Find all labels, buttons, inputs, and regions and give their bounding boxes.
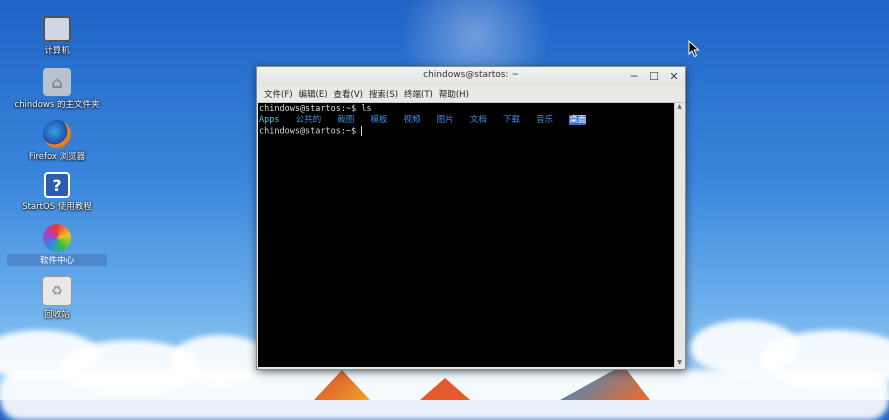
terminal-output[interactable]: chindows@startos:~$ ls Apps 公共的 截图 模板 视频… — [258, 103, 674, 367]
ls-entry: 音乐 — [536, 115, 554, 125]
terminal-prompt: chindows@startos:~$ — [259, 126, 362, 137]
ls-entry: 模板 — [370, 115, 388, 125]
text-cursor — [361, 126, 363, 136]
menu-terminal[interactable]: 终端(T) — [401, 87, 436, 102]
terminal-window[interactable]: chindows@startos: ~ ─ ☐ ✕ 文件(F) 编辑(E) 查看… — [256, 66, 686, 370]
ls-entry: 公共的 — [295, 115, 322, 125]
menu-search[interactable]: 搜索(S) — [366, 87, 401, 102]
desktop-icon-label: StartOS 使用教程 — [22, 202, 92, 212]
desktop-icon-home-folder[interactable]: ⌂ chindows 的主文件夹 — [7, 68, 107, 110]
desktop-icon-software-center[interactable]: 软件中心 — [7, 224, 107, 266]
software-center-icon — [43, 224, 71, 252]
home-folder-icon: ⌂ — [43, 68, 71, 96]
ls-entry: 图片 — [436, 115, 454, 125]
ls-entry: 桌面 — [569, 115, 587, 125]
mouse-pointer-icon — [688, 40, 700, 58]
menu-bar: 文件(F) 编辑(E) 查看(V) 搜索(S) 终端(T) 帮助(H) — [257, 87, 685, 103]
help-icon: ? — [44, 172, 70, 198]
desktop-icon-label: 软件中心 — [7, 254, 107, 266]
menu-edit[interactable]: 编辑(E) — [296, 87, 331, 102]
ls-entry: 文档 — [469, 115, 487, 125]
ls-entry: 视频 — [403, 115, 421, 125]
desktop-icon-label: 计算机 — [44, 46, 70, 56]
ls-entry: 截图 — [337, 115, 355, 125]
menu-help[interactable]: 帮助(H) — [436, 87, 472, 102]
scrollbar[interactable]: ▲ ▼ — [674, 103, 684, 367]
terminal-prompt-line: chindows@startos:~$ — [259, 126, 674, 138]
computer-icon — [43, 16, 71, 42]
terminal-line: chindows@startos:~$ ls — [259, 104, 372, 114]
menu-file[interactable]: 文件(F) — [261, 87, 296, 102]
maximize-icon[interactable]: ☐ — [647, 70, 661, 84]
menu-view[interactable]: 查看(V) — [331, 87, 366, 102]
ls-entry: Apps — [259, 115, 280, 125]
titlebar[interactable]: chindows@startos: ~ ─ ☐ ✕ — [257, 67, 685, 87]
desktop-icon-label: Firefox 浏览器 — [28, 152, 86, 162]
desktop-icon-label: 回收站 — [44, 310, 70, 320]
ls-output-line: Apps 公共的 截图 模板 视频 图片 文档 下载 音乐 桌面 — [259, 115, 674, 126]
scroll-up-icon[interactable]: ▲ — [675, 103, 684, 111]
desktop-icon-computer[interactable]: 计算机 — [7, 16, 107, 56]
desktop-icon-firefox[interactable]: Firefox 浏览器 — [7, 120, 107, 162]
desktop-icon-tutorial[interactable]: ? StartOS 使用教程 — [7, 172, 107, 212]
firefox-icon — [43, 120, 71, 148]
close-icon[interactable]: ✕ — [667, 70, 681, 84]
scroll-down-icon[interactable]: ▼ — [675, 359, 684, 367]
minimize-icon[interactable]: ─ — [627, 70, 641, 84]
ls-entry: 下载 — [502, 115, 520, 125]
window-title: chindows@startos: ~ — [423, 70, 519, 80]
desktop-icon-label: chindows 的主文件夹 — [14, 100, 100, 110]
desktop-icon-trash[interactable]: ♻ 回收站 — [7, 276, 107, 320]
trash-icon: ♻ — [42, 276, 72, 306]
